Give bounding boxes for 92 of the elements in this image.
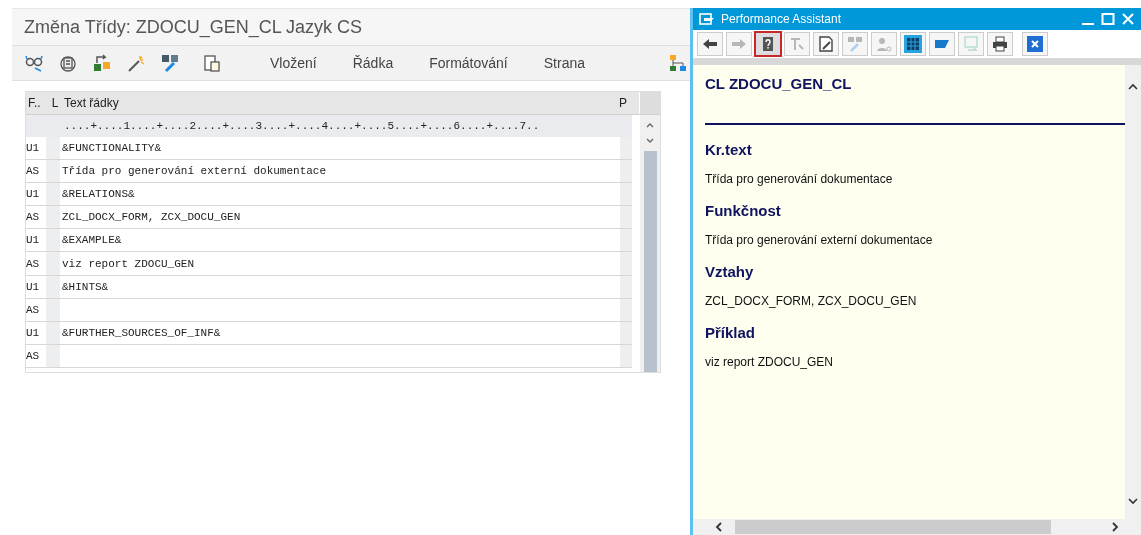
section-text: Třída pro generování dokumentace bbox=[705, 172, 893, 186]
menu-button[interactable]: Řádka bbox=[352, 55, 394, 71]
scroll-thumb[interactable] bbox=[735, 520, 1051, 534]
gutter-cell bbox=[620, 321, 632, 344]
print-icon bbox=[991, 35, 1009, 53]
menu-button[interactable]: Vložení bbox=[270, 55, 317, 71]
format-cell-text: AS bbox=[26, 165, 41, 178]
close-icon bbox=[1026, 35, 1044, 53]
calendar-button[interactable] bbox=[900, 32, 926, 56]
section-heading: Příklad bbox=[705, 324, 756, 341]
section-text: viz report ZDOCU_GEN bbox=[705, 355, 834, 369]
section-text: ZCL_DOCX_FORM, ZCX_DOCU_GEN bbox=[705, 294, 917, 308]
format-cell-text: AS bbox=[26, 257, 41, 270]
format-cell-text: AS bbox=[26, 303, 41, 316]
text-cell[interactable]: &FURTHER_SOURCES_OF_INF& bbox=[60, 326, 620, 339]
scroll-right-icon[interactable] bbox=[1109, 521, 1121, 533]
edit-icon bbox=[160, 53, 180, 73]
help-button[interactable] bbox=[755, 32, 781, 56]
flag-button[interactable] bbox=[929, 32, 955, 56]
gutter-cell bbox=[620, 229, 632, 252]
menu-button[interactable]: Strana bbox=[543, 55, 585, 71]
gutter-cell bbox=[46, 206, 60, 229]
gutter-cell bbox=[46, 183, 60, 206]
text-cell[interactable]: Třída pro generování externí dokumentace bbox=[60, 165, 620, 178]
window-title: Změna Třídy: ZDOCU_GEN_CL Jazyk CS bbox=[24, 16, 363, 38]
wand-icon bbox=[126, 53, 146, 73]
ruler: ....+....1....+....2....+....3....+....4....+....5....+....6....+....7.. bbox=[26, 115, 632, 137]
hierarchy-icon[interactable] bbox=[668, 53, 688, 73]
back-button[interactable] bbox=[697, 32, 723, 56]
menu-button[interactable]: Formátování bbox=[429, 55, 508, 71]
tool-icon bbox=[788, 35, 806, 53]
gutter-cell bbox=[620, 275, 632, 298]
gutter-cell bbox=[620, 252, 632, 275]
text-cell[interactable]: viz report ZDOCU_GEN bbox=[60, 257, 620, 270]
glasses-icon bbox=[24, 53, 44, 73]
document-heading: CL ZDOCU_GEN_CL bbox=[705, 75, 852, 92]
column-header: F.. bbox=[27, 96, 42, 110]
gutter-cell bbox=[46, 275, 60, 298]
gutter-cell bbox=[620, 183, 632, 206]
window-icon bbox=[699, 12, 715, 26]
splitter-handle[interactable] bbox=[693, 58, 1141, 65]
text-cell[interactable]: ZCL_DOCX_FORM, ZCX_DOCU_GEN bbox=[60, 211, 620, 224]
text-cell[interactable]: &HINTS& bbox=[60, 280, 620, 293]
gutter-cell bbox=[46, 344, 60, 367]
scroll-down-icon[interactable] bbox=[1127, 495, 1139, 507]
text-cell[interactable]: &EXAMPLE& bbox=[60, 234, 620, 247]
scroll-thumb[interactable] bbox=[643, 151, 657, 372]
column-header: L bbox=[50, 96, 60, 110]
text-cell[interactable]: &RELATIONS& bbox=[60, 188, 620, 201]
format-cell-text: AS bbox=[26, 211, 41, 224]
horizontal-scrollbar[interactable] bbox=[693, 519, 1141, 535]
edit-button[interactable] bbox=[813, 32, 839, 56]
gutter-cell bbox=[620, 298, 632, 321]
gutter-cell bbox=[620, 137, 632, 160]
export-icon bbox=[962, 35, 980, 53]
section-heading: Kr.text bbox=[705, 141, 752, 158]
user-icon bbox=[875, 35, 893, 53]
text-cell[interactable]: &FUNCTIONALITY& bbox=[60, 142, 620, 155]
gutter-cell bbox=[620, 160, 632, 183]
gutter-cell bbox=[46, 160, 60, 183]
gutter-cell bbox=[46, 298, 60, 321]
gutter-cell bbox=[46, 321, 60, 344]
format-cell-text: U1 bbox=[26, 326, 41, 339]
section-heading: Funkčnost bbox=[705, 202, 781, 219]
section-heading: Vztahy bbox=[705, 263, 754, 280]
close-button[interactable] bbox=[1022, 32, 1048, 56]
edit-icon bbox=[817, 35, 835, 53]
gutter-cell bbox=[46, 137, 60, 160]
gutter-cell bbox=[46, 229, 60, 252]
gutter-cell bbox=[620, 344, 632, 367]
format-cell-text: U1 bbox=[26, 142, 41, 155]
stack-icon bbox=[58, 53, 78, 73]
wand-icon bbox=[846, 35, 864, 53]
column-header: Text řádky bbox=[63, 96, 120, 110]
gutter-cell bbox=[46, 252, 60, 275]
format-cell-text: U1 bbox=[26, 188, 41, 201]
close-icon[interactable] bbox=[1121, 12, 1135, 26]
gutter-cell bbox=[620, 206, 632, 229]
format-cell-text: U1 bbox=[26, 280, 41, 293]
format-cell-text: AS bbox=[26, 349, 41, 362]
transport-icon bbox=[92, 53, 112, 73]
column-header: P bbox=[619, 96, 628, 110]
assistant-title: Performance Assistant bbox=[721, 12, 842, 26]
print-button[interactable] bbox=[987, 32, 1013, 56]
section-text: Třída pro generování externí dokumentace bbox=[705, 233, 933, 247]
vertical-scrollbar[interactable] bbox=[640, 115, 660, 372]
format-cell-text: U1 bbox=[26, 234, 41, 247]
vertical-scrollbar[interactable] bbox=[1125, 65, 1141, 519]
calendar-icon bbox=[904, 35, 922, 53]
scroll-left-icon[interactable] bbox=[713, 521, 725, 533]
maximize-icon[interactable] bbox=[1101, 12, 1115, 26]
clipboard-icon bbox=[202, 53, 222, 73]
